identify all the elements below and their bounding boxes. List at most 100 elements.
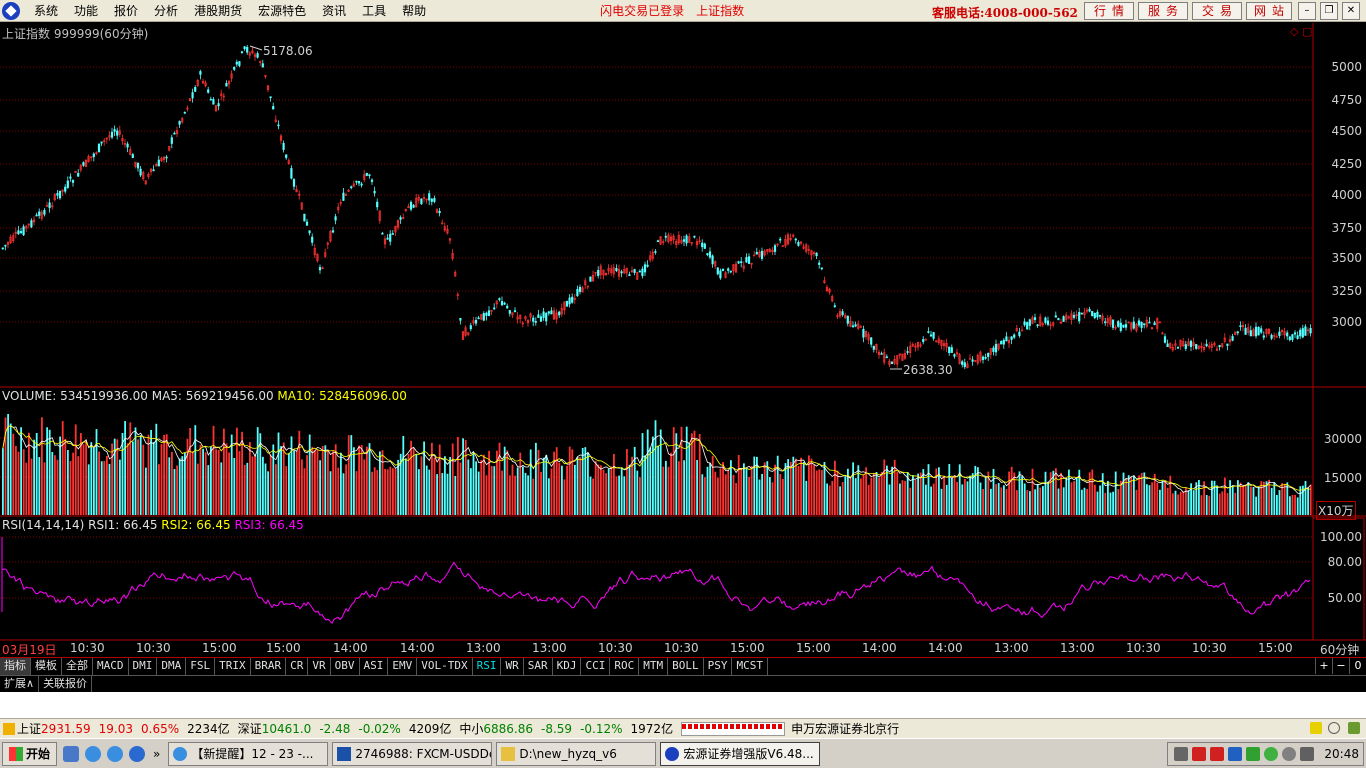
volume-bar <box>641 433 644 515</box>
indicator-tab[interactable]: EMV <box>388 658 418 675</box>
indicator-tab[interactable]: DMA <box>157 658 187 675</box>
indicator-tab[interactable]: OBV <box>331 658 360 675</box>
volume-bar <box>592 478 594 515</box>
desktop-icon[interactable] <box>63 745 80 762</box>
volume-bar <box>1151 482 1153 515</box>
indicator-tab[interactable]: WR <box>501 658 524 675</box>
menu-hongyuan[interactable]: 宏源特色 <box>250 0 314 22</box>
volume-bar <box>522 466 524 515</box>
volume-icon[interactable] <box>1300 747 1315 761</box>
price-candle <box>760 250 764 259</box>
panel-controls-icon[interactable]: ◇ ▢ <box>1290 25 1312 38</box>
price-candle <box>152 169 155 172</box>
volume-bar <box>207 465 210 515</box>
price-candle <box>100 141 103 144</box>
shield-icon[interactable] <box>1228 747 1243 761</box>
ie-icon[interactable] <box>85 745 102 762</box>
indicator-tab[interactable]: BRAR <box>251 658 287 675</box>
task-hongyuan[interactable]: 宏源证券增强版V6.48... <box>660 741 821 766</box>
notification-icon[interactable] <box>1310 722 1322 734</box>
indicator-tab[interactable]: SAR <box>524 658 553 675</box>
price-candle <box>97 143 101 153</box>
volume-bar <box>15 445 17 515</box>
menu-hk-futures[interactable]: 港股期货 <box>186 0 250 22</box>
menu-help[interactable]: 帮助 <box>394 0 434 22</box>
chart-area[interactable] <box>0 23 1366 641</box>
time-label: 14:00 <box>928 641 963 655</box>
price-candle <box>1122 324 1125 328</box>
indicator-tab[interactable]: KDJ <box>553 658 582 675</box>
update-icon[interactable] <box>1264 747 1279 761</box>
volume-bar <box>1016 490 1018 515</box>
indicator-tab[interactable]: TRIX <box>215 658 251 675</box>
volume-bar <box>722 462 724 515</box>
expand-tab[interactable]: 扩展∧ <box>0 676 40 692</box>
volume-bar <box>342 473 345 515</box>
indicator-tab[interactable]: CR <box>286 658 309 675</box>
browser-icon[interactable] <box>107 745 124 762</box>
restore-icon[interactable]: ❐ <box>1320 2 1338 20</box>
start-button[interactable]: 开始 <box>2 741 58 766</box>
clock: 20:48 <box>1324 747 1359 761</box>
flag-icon[interactable] <box>1192 747 1207 761</box>
volume-bar <box>485 475 488 515</box>
indicator-tab[interactable]: RSI <box>473 658 502 675</box>
task-folder[interactable]: D:\new_hyzq_v6 <box>496 741 657 766</box>
keyboard-icon[interactable] <box>1174 747 1189 761</box>
browser2-icon[interactable] <box>129 745 146 762</box>
disk-icon[interactable] <box>1282 747 1297 761</box>
menu-news[interactable]: 资讯 <box>314 0 354 22</box>
menu-quote[interactable]: 报价 <box>106 0 146 22</box>
task-forum[interactable]: 【新提醒】12 - 23 -... <box>168 741 329 766</box>
zx-amount: 1972亿 <box>630 722 674 736</box>
indicator-tab[interactable]: 指标 <box>0 658 31 675</box>
price-candle <box>82 162 85 166</box>
volume-bar <box>1070 482 1073 515</box>
indicator-tab[interactable]: MCST <box>732 658 768 675</box>
indicator-tab[interactable]: ROC <box>610 658 640 675</box>
indicator-tab[interactable]: BOLL <box>668 658 704 675</box>
menu-tools[interactable]: 工具 <box>354 0 394 22</box>
zoom-in-icon[interactable]: + <box>1315 658 1332 674</box>
indicator-tab[interactable]: 全部 <box>62 658 93 675</box>
price-candle <box>1260 328 1263 333</box>
indicator-tab[interactable]: PSY <box>704 658 733 675</box>
price-candle <box>493 307 496 310</box>
reset-icon[interactable]: 0 <box>1349 658 1366 674</box>
more-quicklaunch-icon[interactable]: » <box>153 747 160 761</box>
volume-bar <box>483 454 485 515</box>
menu-system[interactable]: 系统 <box>26 0 66 22</box>
indicator-tab[interactable]: VOL-TDX <box>417 658 473 675</box>
menu-analysis[interactable]: 分析 <box>146 0 186 22</box>
period-label[interactable]: 60分钟 <box>1320 641 1359 658</box>
volume-bar <box>33 439 35 515</box>
menu-function[interactable]: 功能 <box>66 0 106 22</box>
trade-button[interactable]: 交易 <box>1192 2 1242 20</box>
indicator-tab[interactable]: MTM <box>639 658 669 675</box>
close-icon[interactable]: ✕ <box>1342 2 1360 20</box>
website-button[interactable]: 网站 <box>1246 2 1292 20</box>
indicator-tab[interactable]: ASI <box>360 658 389 675</box>
volume-bar <box>623 476 626 515</box>
task-fxcm[interactable]: 2746988: FXCM-USDDe... <box>332 741 493 766</box>
service-button[interactable]: 服务 <box>1138 2 1188 20</box>
price-candle <box>1148 321 1151 324</box>
indicator-tab[interactable]: DMI <box>129 658 158 675</box>
task-fxcm-label: 2746988: FXCM-USDDe... <box>355 746 491 761</box>
volume-bar <box>1081 489 1083 515</box>
indicator-tab[interactable]: VR <box>308 658 331 675</box>
zoom-out-icon[interactable]: − <box>1332 658 1349 674</box>
quote-button[interactable]: 行情 <box>1084 2 1134 20</box>
minimize-icon[interactable]: – <box>1298 2 1316 20</box>
sz-amount: 4209亿 <box>408 722 452 736</box>
indicator-tab[interactable]: FSL <box>186 658 216 675</box>
security-icon[interactable] <box>1210 747 1225 761</box>
indicator-tab[interactable]: MACD <box>93 658 129 675</box>
related-quote-tab[interactable]: 关联报价 <box>39 676 93 692</box>
antivirus-icon[interactable] <box>1246 747 1261 761</box>
price-candle <box>1236 331 1239 334</box>
indicator-tab[interactable]: 模板 <box>31 658 62 675</box>
indicator-tab[interactable]: CCI <box>581 658 611 675</box>
taskbar: 开始 » 【新提醒】12 - 23 -... 2746988: FXCM-USD… <box>0 738 1366 768</box>
volume-bar <box>602 469 605 515</box>
